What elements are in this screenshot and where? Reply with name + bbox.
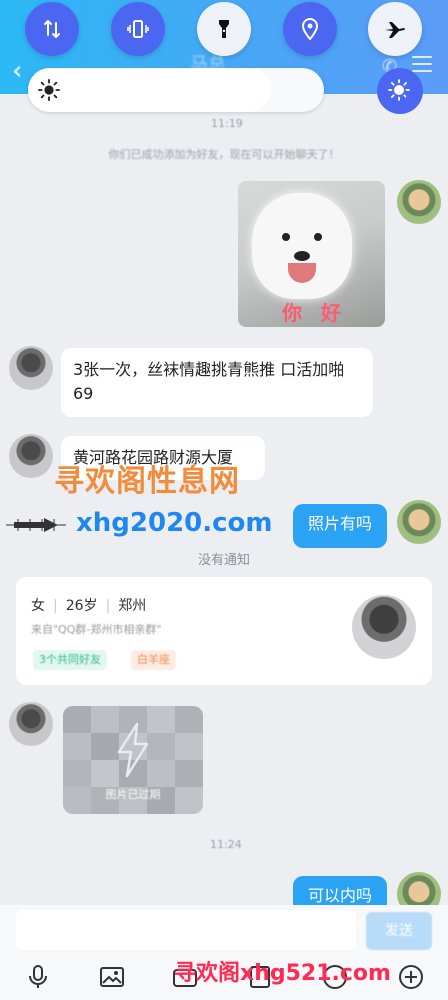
back-icon[interactable]: ‹ — [12, 56, 22, 86]
auto-brightness-button[interactable]: A — [377, 68, 423, 114]
location-toggle[interactable] — [283, 2, 337, 56]
menu-icon[interactable] — [412, 56, 432, 74]
sun-icon — [38, 79, 60, 101]
peer-avatar[interactable] — [9, 434, 53, 478]
timestamp: 11:24 — [210, 838, 242, 851]
vibrate-toggle[interactable] — [111, 2, 165, 56]
no-notification-text: 没有通知 — [197, 553, 250, 568]
airplane-toggle[interactable] — [368, 2, 422, 56]
mobile-data-toggle[interactable] — [25, 2, 79, 56]
timestamp: 11:19 — [211, 117, 243, 130]
outgoing-message[interactable]: 照片有吗 — [293, 504, 387, 548]
watermark-footer: 寻欢阁xhg521.com — [174, 961, 391, 986]
expired-image-message[interactable]: 图片已过期 — [63, 706, 203, 814]
profile-gender: 女 — [31, 598, 45, 614]
profile-age: 26岁 — [65, 598, 98, 614]
arrow-ruler-icon — [6, 518, 66, 532]
watermark-text: 寻欢阁性息网 — [54, 464, 240, 499]
data-arrows-icon — [44, 20, 60, 38]
location-icon — [301, 17, 319, 41]
peer-avatar[interactable] — [9, 702, 53, 746]
image-icon[interactable] — [99, 964, 125, 990]
sticker-caption: 你 好 — [282, 301, 347, 325]
system-message: 你们已成功添加为好友，现在可以开始聊天了！ — [108, 148, 340, 161]
self-avatar[interactable] — [397, 180, 441, 224]
vibrate-icon — [127, 20, 149, 38]
flashlight-icon — [219, 20, 229, 38]
incoming-message[interactable]: 3张一次，丝袜情趣挑青熊推 口活加啪 69 — [61, 348, 373, 417]
flashlight-toggle[interactable] — [197, 2, 251, 56]
watermark-url: xhg2020.com — [76, 508, 273, 538]
image-expired-label: 图片已过期 — [105, 788, 161, 801]
message-input[interactable] — [16, 910, 356, 950]
profile-card[interactable]: 女 | 26岁 | 郑州 来自"QQ群-郑州市相亲群" 3个共同好友 白羊座 — [16, 577, 432, 685]
mutual-friends-tag: 3个共同好友 — [33, 650, 107, 670]
profile-city: 郑州 — [118, 598, 147, 614]
profile-source: 来自"QQ群-郑州市相亲群" — [31, 623, 162, 636]
brightness-fill — [28, 68, 271, 112]
svg-text:A: A — [404, 95, 411, 103]
peer-avatar[interactable] — [9, 346, 53, 390]
profile-info: 女 | 26岁 | 郑州 — [31, 598, 147, 614]
send-button[interactable]: 发送 — [366, 912, 432, 950]
dog-sticker-image — [252, 193, 352, 299]
brightness-slider[interactable] — [28, 68, 324, 112]
zodiac-tag: 白羊座 — [131, 650, 176, 670]
self-avatar[interactable] — [397, 500, 441, 544]
airplane-icon — [385, 22, 405, 38]
profile-avatar — [352, 595, 416, 659]
microphone-icon[interactable] — [25, 964, 51, 990]
plus-icon[interactable] — [398, 964, 424, 990]
sticker-message[interactable]: 你 好 — [238, 181, 385, 327]
auto-brightness-icon: A — [388, 79, 411, 103]
broken-image-icon — [117, 722, 149, 778]
